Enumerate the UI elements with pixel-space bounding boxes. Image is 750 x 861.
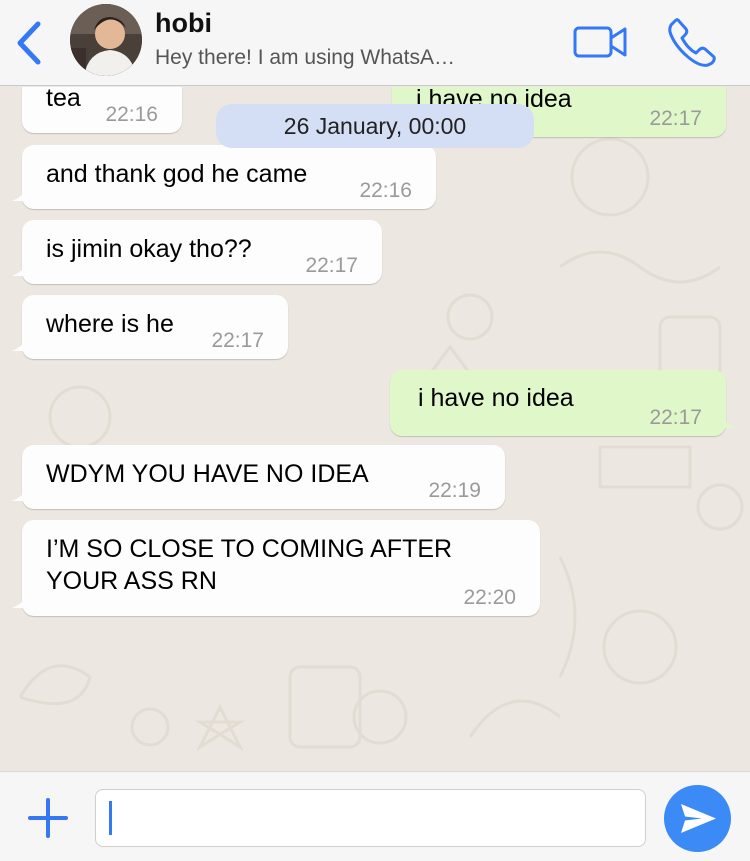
send-button[interactable] (664, 785, 731, 852)
back-button[interactable] (12, 20, 48, 66)
message-time: 22:16 (359, 179, 412, 202)
text-cursor (109, 801, 112, 835)
attach-button[interactable] (26, 796, 70, 840)
message-time: 22:17 (649, 406, 702, 429)
message-text: is jimin okay tho?? (46, 235, 252, 263)
bubble-tail (12, 187, 30, 201)
plus-icon (28, 798, 68, 838)
message-input[interactable] (95, 789, 646, 847)
date-pill: 26 January, 00:00 (216, 104, 534, 148)
composer-bar (0, 771, 750, 861)
chat-header: hobi Hey there! I am using WhatsA… (0, 0, 750, 86)
message-text: WDYM YOU HAVE NO IDEA (46, 460, 369, 488)
voice-call-button[interactable] (666, 16, 718, 68)
video-camera-icon (573, 26, 627, 58)
message-incoming[interactable]: and thank god he came 22:16 (12, 145, 436, 209)
bubble-tail (12, 487, 30, 501)
phone-icon (668, 18, 716, 67)
video-call-button[interactable] (572, 24, 628, 60)
message-incoming[interactable]: tea 22:16 (22, 87, 182, 133)
message-text: tea (46, 87, 81, 112)
message-time: 22:19 (428, 479, 481, 502)
chat-area[interactable]: tea 22:16 i have no idea 22:17 26 Januar… (0, 87, 750, 771)
message-time: 22:16 (105, 103, 158, 126)
contact-status[interactable]: Hey there! I am using WhatsA… (155, 46, 455, 70)
avatar[interactable] (70, 4, 142, 76)
message-incoming[interactable]: I’M SO CLOSE TO COMING AFTER YOUR ASS RN… (12, 520, 540, 616)
message-incoming[interactable]: WDYM YOU HAVE NO IDEA 22:19 (12, 445, 505, 509)
bubble-tail (718, 414, 736, 428)
contact-name[interactable]: hobi (155, 8, 212, 39)
message-outgoing[interactable]: i have no idea 22:17 (390, 370, 736, 436)
bubble-tail (12, 337, 30, 351)
bubble-tail (12, 262, 30, 276)
message-text: i have no idea (418, 384, 574, 412)
message-time: 22:17 (305, 254, 358, 277)
bubble-tail (12, 594, 30, 608)
message-time: 22:17 (649, 107, 702, 130)
avatar-photo (70, 4, 142, 76)
message-incoming[interactable]: where is he 22:17 (12, 295, 288, 359)
message-time: 22:17 (211, 329, 264, 352)
message-incoming[interactable]: is jimin okay tho?? 22:17 (12, 220, 382, 284)
chevron-left-icon (17, 21, 41, 65)
message-text-line-1: I’M SO CLOSE TO COMING AFTER (46, 535, 453, 563)
message-time: 22:20 (463, 586, 516, 609)
message-text: and thank god he came (46, 160, 308, 188)
send-arrow-icon (681, 804, 716, 833)
message-text: where is he (46, 310, 174, 338)
message-text-line-2: YOUR ASS RN (46, 567, 217, 595)
